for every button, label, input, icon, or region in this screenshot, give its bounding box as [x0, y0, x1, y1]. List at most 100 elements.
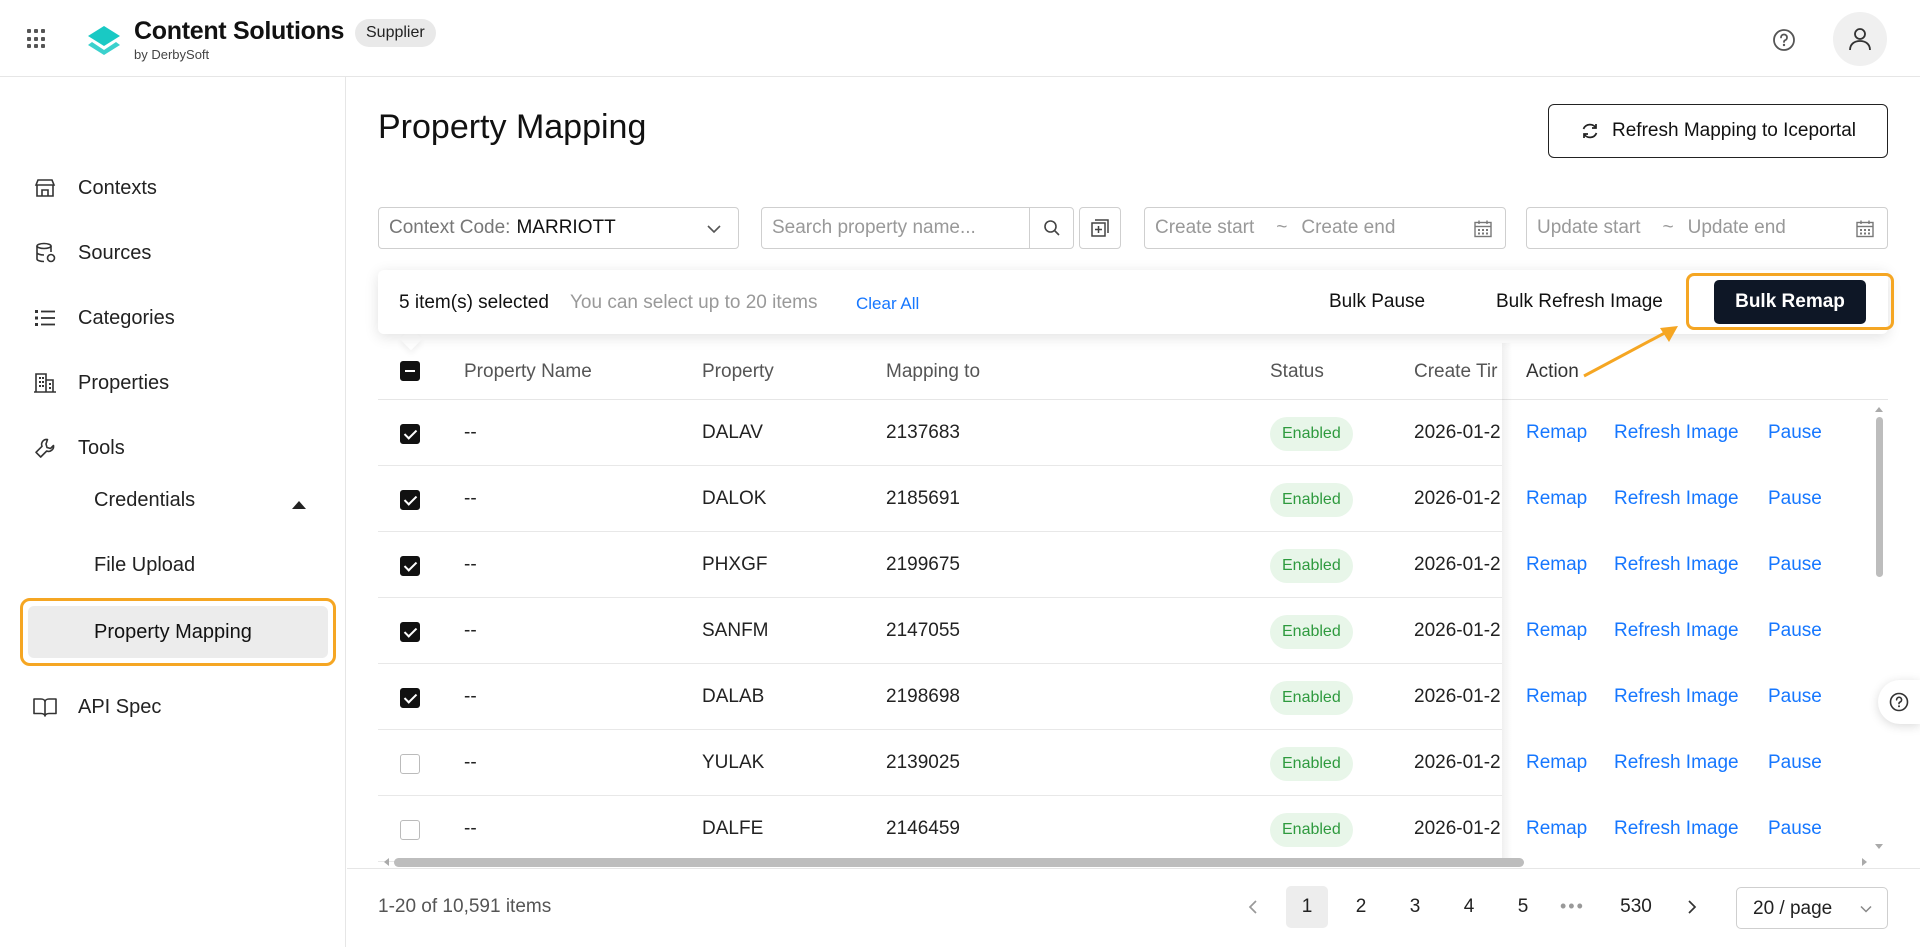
advanced-search-button[interactable] — [1079, 207, 1121, 249]
refresh-image-link[interactable]: Refresh Image — [1614, 730, 1739, 796]
refresh-image-link[interactable]: Refresh Image — [1614, 466, 1739, 532]
pause-link[interactable]: Pause — [1768, 532, 1822, 598]
table-row[interactable]: -- YULAK 2139025 Enabled 2026-01-2 Remap Refre… — [378, 730, 1873, 796]
create-start-input[interactable]: Create start — [1155, 217, 1254, 239]
row-checkbox[interactable] — [400, 754, 420, 774]
sidebar-item-label: Categories — [78, 306, 175, 329]
remap-link[interactable]: Remap — [1526, 400, 1587, 466]
help-circle-icon[interactable] — [1770, 26, 1798, 54]
refresh-image-link[interactable]: Refresh Image — [1614, 664, 1739, 730]
action-cell: Remap Refresh Image Pause — [1502, 532, 1873, 598]
context-code-select[interactable]: Context Code: MARRIOTT — [378, 207, 739, 249]
pause-link[interactable]: Pause — [1768, 730, 1822, 796]
vertical-scroll-thumb[interactable] — [1876, 417, 1883, 577]
row-checkbox[interactable] — [400, 556, 420, 576]
page-4[interactable]: 4 — [1448, 886, 1490, 928]
chevron-down-icon — [1860, 905, 1872, 913]
sidebar-item-properties[interactable]: Properties — [32, 361, 169, 405]
search-input[interactable]: Search property name... — [762, 217, 1029, 239]
row-checkbox[interactable] — [400, 424, 420, 444]
table-row[interactable]: -- DALOK 2185691 Enabled 2026-01-2 Remap Refre… — [378, 466, 1873, 532]
create-date-range[interactable]: Create start ~ Create end — [1144, 207, 1506, 249]
row-checkbox[interactable] — [400, 490, 420, 510]
page-5[interactable]: 5 — [1502, 886, 1544, 928]
create-end-input[interactable]: Create end — [1301, 217, 1395, 239]
page-size-select[interactable]: 20 / page — [1736, 887, 1888, 929]
row-checkbox[interactable] — [400, 688, 420, 708]
page-3[interactable]: 3 — [1394, 886, 1436, 928]
update-start-input[interactable]: Update start — [1537, 217, 1641, 239]
page-ellipsis[interactable]: ••• — [1560, 896, 1585, 917]
sidebar-item-contexts[interactable]: Contexts — [32, 166, 157, 210]
total-items: 1-20 of 10,591 items — [378, 896, 552, 917]
horizontal-scrollbar[interactable] — [378, 855, 1873, 869]
page-1[interactable]: 1 — [1286, 886, 1328, 928]
update-end-input[interactable]: Update end — [1688, 217, 1786, 239]
remap-link[interactable]: Remap — [1526, 598, 1587, 664]
search-button[interactable] — [1029, 208, 1073, 248]
action-cell: Remap Refresh Image Pause — [1502, 466, 1873, 532]
vertical-scrollbar[interactable] — [1874, 405, 1884, 849]
sidebar-item-api-spec[interactable]: API Spec — [32, 685, 161, 729]
chevron-left-icon[interactable] — [1245, 899, 1261, 915]
column-header-mapping-to: Mapping to — [886, 361, 981, 382]
row-checkbox[interactable] — [400, 622, 420, 642]
refresh-mapping-button[interactable]: Refresh Mapping to Iceportal — [1548, 104, 1888, 158]
floating-help-button[interactable] — [1878, 680, 1920, 724]
table-row[interactable]: -- DALAV 2137683 Enabled 2026-01-2 Remap Refre… — [378, 400, 1873, 466]
clear-all-link[interactable]: Clear All — [856, 294, 919, 314]
sidebar: Contexts Sources Categories Properties T… — [0, 77, 346, 947]
remap-link[interactable]: Remap — [1526, 532, 1587, 598]
pause-link[interactable]: Pause — [1768, 664, 1822, 730]
refresh-image-link[interactable]: Refresh Image — [1614, 598, 1739, 664]
pause-link[interactable]: Pause — [1768, 598, 1822, 664]
status-badge: Enabled — [1270, 681, 1353, 715]
cell-property-name: -- — [464, 818, 477, 839]
sidebar-item-credentials[interactable]: Credentials — [94, 478, 195, 522]
cell-mapping-to: 2198698 — [886, 686, 960, 707]
chevron-right-icon[interactable] — [1684, 899, 1700, 915]
brand-title: Content Solutions — [134, 17, 345, 45]
sidebar-item-categories[interactable]: Categories — [32, 296, 175, 340]
sidebar-item-sources[interactable]: Sources — [32, 231, 151, 275]
sidebar-item-label: API Spec — [78, 695, 162, 718]
bulk-remap-button[interactable]: Bulk Remap — [1714, 280, 1866, 324]
update-date-range[interactable]: Update start ~ Update end — [1526, 207, 1888, 249]
horizontal-scroll-thumb[interactable] — [394, 858, 1524, 867]
table-row[interactable]: -- SANFM 2147055 Enabled 2026-01-2 Remap Refre… — [378, 598, 1873, 664]
cell-property-name: -- — [464, 686, 477, 707]
page-2[interactable]: 2 — [1340, 886, 1382, 928]
sidebar-item-file-upload[interactable]: File Upload — [94, 543, 195, 587]
refresh-image-link[interactable]: Refresh Image — [1614, 400, 1739, 466]
cell-create-time: 2026-01-2 — [1414, 752, 1501, 773]
scroll-right-icon[interactable] — [1861, 857, 1869, 867]
remap-link[interactable]: Remap — [1526, 730, 1587, 796]
pause-link[interactable]: Pause — [1768, 796, 1822, 862]
table-row[interactable]: -- PHXGF 2199675 Enabled 2026-01-2 Remap Refre… — [378, 532, 1873, 598]
bulk-pause-button[interactable]: Bulk Pause — [1329, 291, 1425, 313]
remap-link[interactable]: Remap — [1526, 796, 1587, 862]
sidebar-item-property-mapping[interactable]: Property Mapping — [20, 598, 336, 666]
scroll-up-icon[interactable] — [1874, 405, 1884, 413]
page-last[interactable]: 530 — [1614, 886, 1658, 928]
remap-link[interactable]: Remap — [1526, 664, 1587, 730]
bulk-refresh-image-button[interactable]: Bulk Refresh Image — [1496, 291, 1663, 313]
sidebar-item-tools[interactable]: Tools — [32, 426, 125, 470]
chevron-up-icon[interactable] — [292, 501, 306, 509]
pause-link[interactable]: Pause — [1768, 400, 1822, 466]
pause-link[interactable]: Pause — [1768, 466, 1822, 532]
scroll-left-icon[interactable] — [382, 857, 390, 867]
app-grid-icon[interactable] — [27, 29, 47, 49]
cell-property: DALFE — [702, 818, 764, 839]
user-avatar[interactable] — [1833, 12, 1887, 66]
column-header-create-time: Create Tir — [1414, 361, 1498, 382]
select-all-checkbox[interactable] — [400, 361, 420, 381]
refresh-image-link[interactable]: Refresh Image — [1614, 796, 1739, 862]
table-row[interactable]: -- DALAB 2198698 Enabled 2026-01-2 Remap Refre… — [378, 664, 1873, 730]
status-badge: Enabled — [1270, 813, 1353, 847]
scroll-down-icon[interactable] — [1874, 843, 1884, 851]
remap-link[interactable]: Remap — [1526, 466, 1587, 532]
row-checkbox[interactable] — [400, 820, 420, 840]
refresh-image-link[interactable]: Refresh Image — [1614, 532, 1739, 598]
table-row[interactable]: -- DALFE 2146459 Enabled 2026-01-2 Remap Refre… — [378, 796, 1873, 862]
